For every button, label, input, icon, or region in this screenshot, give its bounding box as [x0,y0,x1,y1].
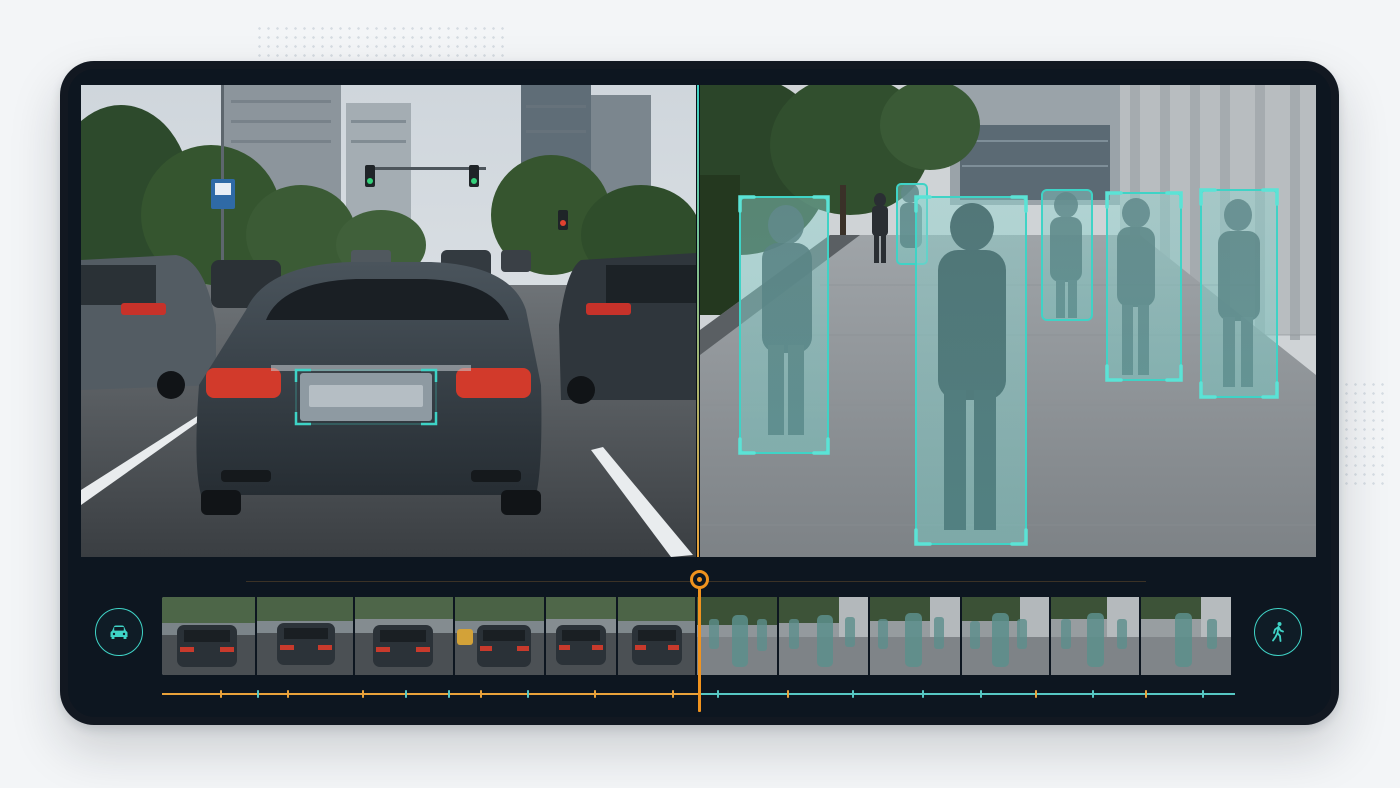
playhead-handle[interactable] [690,570,709,589]
timeline-tick [1035,690,1037,698]
vehicle-thumbnail[interactable] [546,597,616,675]
pedestrian-thumbnail[interactable] [779,597,868,675]
tablet-device-frame [60,61,1339,725]
vehicle-mode-button[interactable] [95,608,143,656]
vehicle-thumbnail[interactable] [162,597,255,675]
timeline-tick [220,690,222,698]
pedestrian-thumbnail[interactable] [1141,597,1231,675]
decorative-dot-grid [255,24,505,60]
timeline-tick [1145,690,1147,698]
timeline-tick [717,690,719,698]
timeline-tick [257,690,259,698]
decorative-dot-grid [1342,380,1390,490]
pedestrian-view-pane[interactable] [700,85,1316,557]
pedestrian-thumbnail[interactable] [697,597,777,675]
timeline-tick [672,690,674,698]
timeline-tick [527,690,529,698]
timeline-tick [1092,690,1094,698]
playhead[interactable] [698,577,701,712]
timeline-tick [448,690,450,698]
car-icon [110,625,128,639]
vehicle-thumbnail[interactable] [618,597,695,675]
pedestrian-thumbnail[interactable] [870,597,960,675]
timeline-tick [980,690,982,698]
timeline-tick [922,690,924,698]
timeline-tick [362,690,364,698]
timeline-tick [852,690,854,698]
walking-person-icon [1272,622,1284,642]
street-scene-image [81,85,696,557]
vehicle-thumbnail[interactable] [257,597,353,675]
timeline-tick [287,690,289,698]
timeline-tick [787,690,789,698]
timeline-tick [405,690,407,698]
sidewalk-scene-image [700,85,1316,557]
timeline-tick [594,690,596,698]
timeline-panel [68,557,1331,717]
device-bezel [68,69,1331,717]
pedestrian-mode-button[interactable] [1254,608,1302,656]
video-comparison-viewer [81,85,1316,557]
timeline-tick [480,690,482,698]
pedestrian-thumbnail[interactable] [1051,597,1139,675]
pedestrian-thumbnail[interactable] [962,597,1049,675]
timeline-tick [1202,690,1204,698]
vehicle-thumbnail[interactable] [455,597,544,675]
vehicle-thumbnail[interactable] [355,597,453,675]
vehicle-view-pane[interactable] [81,85,696,557]
